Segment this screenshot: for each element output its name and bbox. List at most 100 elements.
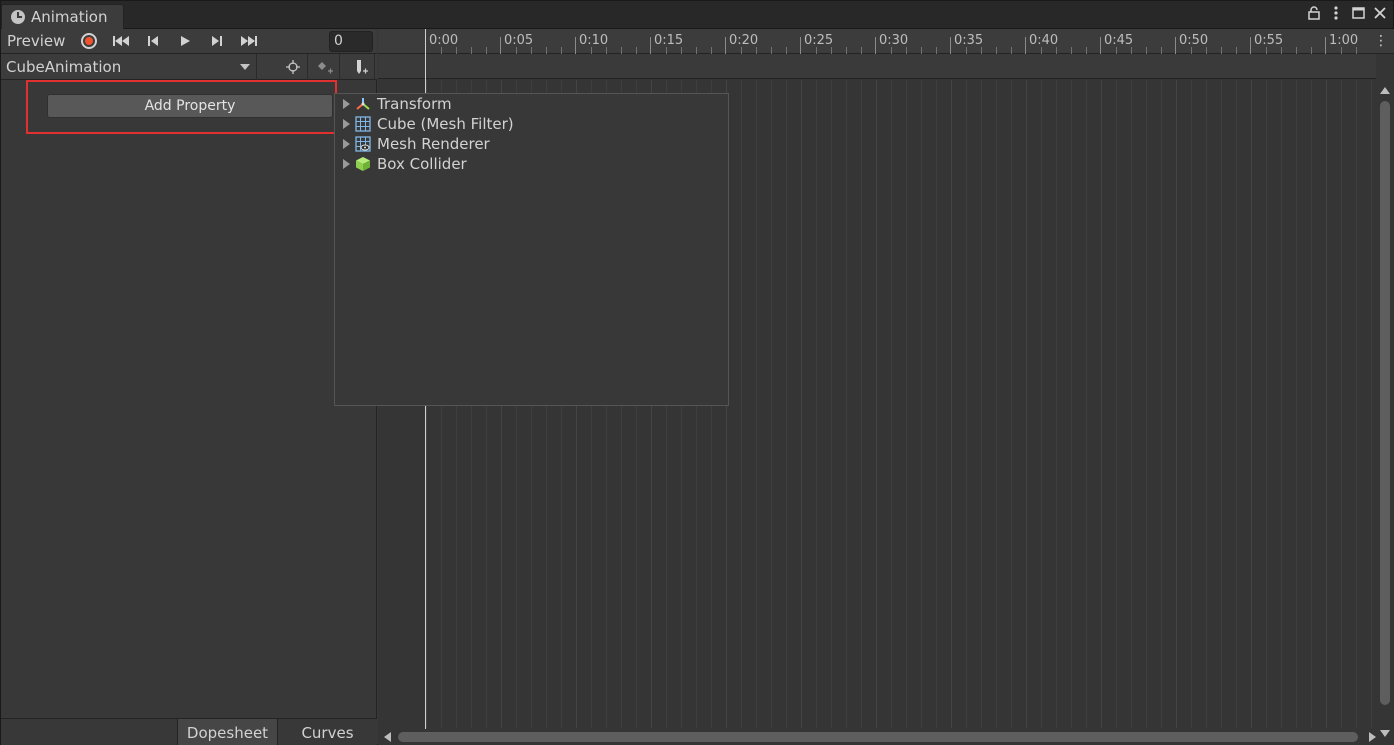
step-back-icon	[148, 36, 158, 46]
grid-line	[741, 80, 742, 728]
vertical-scrollbar[interactable]	[1379, 87, 1391, 737]
tab-curves[interactable]: Curves	[277, 719, 377, 745]
grid-line	[921, 80, 922, 728]
event-row[interactable]	[378, 54, 1376, 79]
ruler-minor-tick	[456, 47, 457, 54]
ruler-major-tick	[650, 37, 651, 54]
grid-line	[1341, 80, 1342, 728]
grid-line	[1116, 80, 1117, 728]
ruler-minor-tick	[981, 47, 982, 54]
ruler-label: 0:10	[579, 33, 609, 48]
kebab-menu-icon[interactable]: ⋮	[1374, 33, 1388, 49]
ruler-minor-tick	[921, 47, 922, 54]
ruler-minor-tick	[936, 47, 937, 54]
ruler-minor-tick	[1116, 47, 1117, 54]
add-keyframe-button[interactable]	[310, 54, 340, 80]
ruler-major-tick	[725, 37, 726, 54]
tab-animation[interactable]: Animation	[1, 4, 124, 29]
skip-end-icon	[241, 36, 257, 46]
ruler-minor-tick	[636, 47, 637, 54]
kebab-menu-icon[interactable]	[1329, 6, 1343, 24]
grid-line	[831, 80, 832, 728]
expand-arrow-icon[interactable]	[343, 159, 350, 169]
grid-line	[1191, 80, 1192, 728]
ruler-minor-tick	[666, 47, 667, 54]
ruler-minor-tick	[1071, 47, 1072, 54]
filter-selected-button[interactable]	[278, 54, 308, 80]
grid-line	[771, 80, 772, 728]
horizontal-scrollbar[interactable]	[384, 731, 1376, 743]
last-key-button[interactable]	[233, 29, 265, 53]
window-controls	[1307, 6, 1387, 24]
ruler-minor-tick	[1281, 47, 1282, 54]
grid-line	[966, 80, 967, 728]
ruler-minor-tick	[1221, 47, 1222, 54]
play-button[interactable]	[169, 29, 201, 53]
ruler-minor-tick	[516, 47, 517, 54]
expand-arrow-icon[interactable]	[343, 99, 350, 109]
frame-input[interactable]: 0	[329, 31, 373, 52]
grid-line	[1101, 80, 1102, 728]
mesh-renderer-icon	[355, 136, 371, 152]
ruler-minor-tick	[831, 47, 832, 54]
popup-item-transform[interactable]: Transform	[335, 94, 452, 114]
expand-arrow-icon[interactable]	[343, 139, 350, 149]
grid-line	[936, 80, 937, 728]
prev-key-button[interactable]	[137, 29, 169, 53]
lock-icon[interactable]	[1307, 6, 1321, 24]
preview-button[interactable]: Preview	[1, 32, 73, 50]
scroll-thumb[interactable]	[398, 732, 1358, 742]
tab-dopesheet[interactable]: Dopesheet	[177, 719, 277, 745]
scroll-up-icon[interactable]	[1380, 87, 1390, 94]
close-icon[interactable]	[1373, 7, 1387, 23]
ruler-minor-tick	[1086, 47, 1087, 54]
grid-line	[981, 80, 982, 728]
grid-line	[876, 80, 877, 728]
scroll-left-icon[interactable]	[384, 732, 391, 742]
ruler-label: 0:55	[1254, 33, 1284, 48]
add-property-popup: Transform Cube (Mesh Filter) Mesh Render…	[334, 93, 729, 406]
clip-dropdown[interactable]: CubeAnimation	[1, 54, 257, 80]
popup-item-mesh-renderer[interactable]: Mesh Renderer	[335, 134, 490, 154]
ruler-minor-tick	[1356, 47, 1357, 54]
scroll-thumb[interactable]	[1380, 101, 1390, 705]
ruler-major-tick	[1250, 37, 1251, 54]
popup-item-box-collider[interactable]: Box Collider	[335, 154, 467, 174]
ruler-major-tick	[950, 37, 951, 54]
view-mode-tabs: Dopesheet Curves	[1, 718, 377, 745]
scroll-right-icon[interactable]	[1369, 732, 1376, 742]
ruler-major-tick	[875, 37, 876, 54]
add-property-button[interactable]: Add Property	[47, 94, 333, 118]
skip-start-icon	[113, 36, 129, 46]
title-bar: Animation	[1, 1, 1393, 29]
scroll-down-icon[interactable]	[1380, 730, 1390, 737]
ruler-major-tick	[500, 37, 501, 54]
grid-line	[1326, 80, 1327, 728]
grid-line	[1296, 80, 1297, 728]
ruler-label: 0:40	[1029, 33, 1059, 48]
ruler-minor-tick	[1191, 47, 1192, 54]
grid-line	[1161, 80, 1162, 728]
first-key-button[interactable]	[105, 29, 137, 53]
time-ruler[interactable]: ⋮ 0:00 0:05 0:10 0:15 0:20 0:25 0:30 0:35 0:40 0:…	[378, 29, 1394, 54]
highlight-box: Add Property	[26, 80, 337, 134]
ruler-minor-tick	[816, 47, 817, 54]
add-event-button[interactable]	[345, 54, 375, 80]
grid-line	[1221, 80, 1222, 728]
ruler-minor-tick	[891, 47, 892, 54]
expand-arrow-icon[interactable]	[343, 119, 350, 129]
next-key-button[interactable]	[201, 29, 233, 53]
popup-item-mesh-filter[interactable]: Cube (Mesh Filter)	[335, 114, 514, 134]
record-icon	[81, 33, 97, 49]
popup-item-label: Box Collider	[377, 155, 467, 173]
popup-item-label: Cube (Mesh Filter)	[377, 115, 514, 133]
record-button[interactable]	[73, 29, 105, 53]
ruler-major-tick	[1325, 37, 1326, 54]
grid-line	[846, 80, 847, 728]
maximize-icon[interactable]	[1351, 7, 1365, 23]
grid-line	[1236, 80, 1237, 728]
ruler-minor-tick	[966, 47, 967, 54]
grid-line	[996, 80, 997, 728]
ruler-label: 0:00	[429, 33, 459, 48]
ruler-minor-tick	[711, 47, 712, 54]
